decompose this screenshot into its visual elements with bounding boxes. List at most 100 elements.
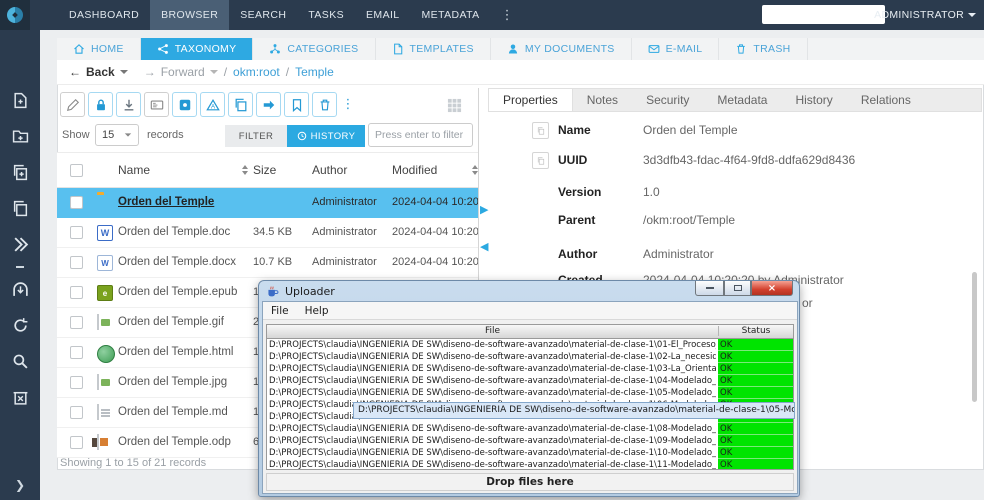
breadcrumb-root-link[interactable]: okm:root [233,65,280,79]
table-row[interactable]: W Orden del Temple.doc 34.5 KB Administr… [57,218,478,248]
upload-row[interactable]: D:\PROJECTS\claudia\INGENIERIA DE SW\dis… [267,447,793,459]
column-size[interactable]: Size [253,163,276,177]
upload-row[interactable]: D:\PROJECTS\claudia\INGENIERIA DE SW\dis… [267,363,793,375]
menu-tasks[interactable]: TASKS [297,0,355,30]
menu-dashboard[interactable]: DASHBOARD [58,0,150,30]
tab-categories[interactable]: CATEGORIES [253,38,375,60]
row-checkbox[interactable] [70,256,83,269]
scan-button[interactable] [172,92,197,117]
sort-icon[interactable] [242,165,248,175]
more-actions-button[interactable]: ⋮ [340,92,356,117]
drop-zone[interactable]: Drop files here [266,473,794,491]
sidebar-expand-chevron[interactable]: ❯ [0,478,40,492]
filter-input[interactable] [368,123,473,147]
menu-search[interactable]: SEARCH [229,0,297,30]
column-name[interactable]: Name [118,163,150,177]
fast-forward-icon[interactable] [12,236,29,253]
add-multiple-icon[interactable] [12,164,29,181]
upload-row[interactable]: D:\PROJECTS\claudia\INGENIERIA DE SW\dis… [267,375,793,387]
go-home-icon[interactable] [12,281,29,298]
edit-button[interactable] [60,92,85,117]
tab-security[interactable]: Security [632,89,703,111]
upload-row[interactable]: D:\PROJECTS\claudia\INGENIERIA DE SW\dis… [267,339,793,351]
row-checkbox[interactable] [70,316,83,329]
tab-history[interactable]: History [781,89,846,111]
forward-button[interactable]: → Forward [144,65,218,79]
row-checkbox[interactable] [70,196,83,209]
row-checkbox[interactable] [70,346,83,359]
file-name-link[interactable]: Orden del Temple.gif [118,316,224,328]
tab-relations[interactable]: Relations [847,89,925,111]
upload-row[interactable]: D:\PROJECTS\claudia\INGENIERIA DE SW\dis… [267,423,793,435]
menu-metadata[interactable]: METADATA [411,0,491,30]
table-row[interactable]: Orden del Temple Administrator 2024-04-0… [57,188,478,218]
file-name-link[interactable]: Orden del Temple.html [118,346,233,358]
delete-button[interactable] [312,92,337,117]
file-name-link[interactable]: Orden del Temple.jpg [118,376,227,388]
select-all-checkbox[interactable] [70,164,83,177]
tab-home[interactable]: HOME [57,38,141,60]
kebab-menu-icon[interactable]: ⋮ [491,0,524,30]
tab-notes[interactable]: Notes [573,89,632,111]
column-author[interactable]: Author [312,163,347,177]
chevron-down-icon[interactable] [210,70,218,74]
tab-metadata[interactable]: Metadata [703,89,781,111]
copy-button[interactable] [228,92,253,117]
row-checkbox[interactable] [70,406,83,419]
file-name-link[interactable]: Orden del Temple [118,196,214,208]
file-name-link[interactable]: Orden del Temple.docx [118,256,236,268]
menu-browser[interactable]: BROWSER [150,0,229,30]
file-name-link[interactable]: Orden del Temple.odp [118,436,231,448]
row-checkbox[interactable] [70,376,83,389]
chevron-down-icon[interactable] [120,70,128,74]
row-checkbox[interactable] [70,226,83,239]
table-row[interactable]: W Orden del Temple.docx 10.7 KB Administ… [57,248,478,278]
search-icon[interactable] [12,353,29,370]
user-menu[interactable]: ADMINISTRATOR [874,0,976,30]
upload-row[interactable]: D:\PROJECTS\claudia\INGENIERIA DE SW\dis… [267,351,793,363]
menu-help[interactable]: Help [305,305,329,317]
history-tab[interactable]: HISTORY [287,125,365,147]
close-button[interactable]: × [751,281,793,296]
menu-email[interactable]: EMAIL [355,0,411,30]
row-checkbox[interactable] [70,436,83,449]
file-name-link[interactable]: Orden del Temple.epub [118,286,237,298]
tab-taxonomy[interactable]: TAXONOMY [141,38,254,60]
metadata-card-button[interactable] [144,92,169,117]
tab-trash[interactable]: TRASH [719,38,807,60]
upload-row[interactable]: D:\PROJECTS\claudia\INGENIERIA DE SW\dis… [267,459,793,470]
file-name-link[interactable]: Orden del Temple.md [118,406,228,418]
tab-templates[interactable]: TEMPLATES [376,38,491,60]
upload-row[interactable]: D:\PROJECTS\claudia\INGENIERIA DE SW\dis… [267,387,793,399]
maximize-button[interactable] [724,281,751,296]
delete-icon[interactable] [12,389,29,406]
download-button[interactable] [116,92,141,117]
menu-file[interactable]: File [271,305,289,317]
global-search-input[interactable] [762,5,885,24]
lock-button[interactable] [88,92,113,117]
copy-documents-icon[interactable] [12,200,29,217]
new-folder-icon[interactable] [12,128,29,145]
upload-row[interactable]: D:\PROJECTS\claudia\INGENIERIA DE SW\dis… [267,435,793,447]
filter-tab[interactable]: FILTER [225,125,287,147]
copy-value-button[interactable] [532,152,549,169]
app-logo[interactable] [0,0,30,30]
page-size-select[interactable]: 15 [95,124,139,146]
bookmark-button[interactable] [284,92,309,117]
new-document-icon[interactable] [12,92,29,109]
back-button[interactable]: ← Back [69,65,128,79]
tab-my-documents[interactable]: MY DOCUMENTS [491,38,632,60]
copy-value-button[interactable] [532,122,549,139]
move-button[interactable] [256,92,281,117]
signature-button[interactable] [200,92,225,117]
properties-scrollbar[interactable] [972,272,977,402]
tab-properties[interactable]: Properties [489,89,573,111]
file-name-link[interactable]: Orden del Temple.doc [118,226,230,238]
refresh-icon[interactable] [12,317,29,334]
breadcrumb-current-link[interactable]: Temple [295,65,334,79]
uploader-dialog[interactable]: Uploader × File Help File Status D:\PROJ… [258,280,800,497]
minimize-button[interactable] [695,281,724,296]
column-modified[interactable]: Modified [392,163,437,177]
grid-view-icon[interactable] [447,98,462,113]
row-checkbox[interactable] [70,286,83,299]
